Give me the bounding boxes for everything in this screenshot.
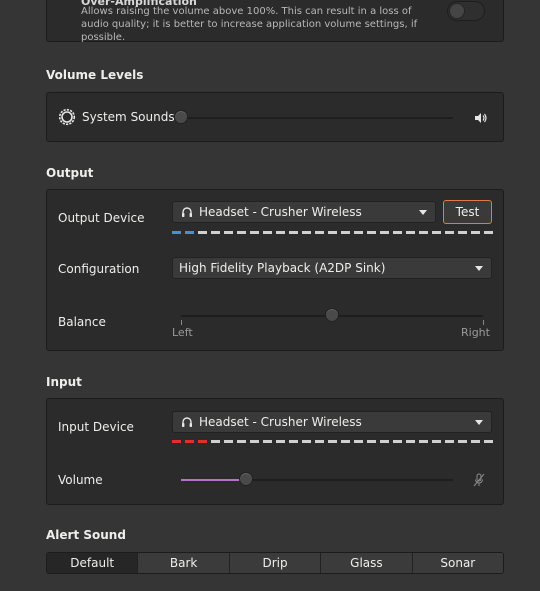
- level-segment: [276, 231, 285, 234]
- alert-sound-tab-bark[interactable]: Bark: [138, 553, 230, 573]
- speaker-icon: [475, 113, 487, 123]
- input-device-combo[interactable]: Headset - Crusher Wireless: [172, 411, 492, 433]
- chevron-down-icon: [475, 420, 483, 425]
- level-segment: [237, 231, 246, 234]
- level-segment: [484, 231, 493, 234]
- level-segment: [484, 440, 493, 443]
- level-segment: [263, 440, 272, 443]
- level-segment: [445, 231, 454, 234]
- level-segment: [432, 231, 441, 234]
- system-sounds-label: System Sounds: [82, 110, 175, 124]
- output-panel: Output Device Headset - Crusher Wireless…: [46, 189, 504, 351]
- alert-sound-tab-glass[interactable]: Glass: [321, 553, 413, 573]
- level-segment: [419, 231, 428, 234]
- gear-icon: [58, 108, 76, 126]
- balance-right-label: Right: [461, 326, 490, 339]
- level-segment: [198, 231, 207, 234]
- level-segment: [380, 231, 389, 234]
- level-segment: [458, 440, 467, 443]
- level-segment: [380, 440, 389, 443]
- level-segment: [315, 231, 324, 234]
- balance-label: Balance: [58, 315, 106, 329]
- overamp-toggle[interactable]: [447, 1, 485, 21]
- configuration-label: Configuration: [58, 262, 140, 276]
- microphone-muted-icon: [473, 473, 485, 487]
- level-segment: [419, 440, 428, 443]
- chevron-down-icon: [475, 266, 483, 271]
- level-segment: [471, 231, 480, 234]
- system-sounds-track: [181, 117, 453, 119]
- level-segment: [198, 440, 207, 443]
- configuration-value: High Fidelity Playback (A2DP Sink): [179, 261, 386, 275]
- level-segment: [185, 440, 194, 443]
- output-level-meter: [172, 231, 493, 234]
- level-segment: [432, 440, 441, 443]
- level-segment: [406, 231, 415, 234]
- configuration-combo[interactable]: High Fidelity Playback (A2DP Sink): [172, 257, 492, 279]
- output-heading: Output: [46, 166, 94, 180]
- input-level-meter: [172, 440, 493, 443]
- volume-levels-panel: System Sounds: [46, 92, 504, 142]
- alert-sound-tab-sonar[interactable]: Sonar: [412, 553, 503, 573]
- alert-sound-tabs: Default Bark Drip Glass Sonar: [46, 552, 504, 574]
- level-segment: [224, 440, 233, 443]
- output-device-label: Output Device: [58, 211, 145, 225]
- level-segment: [341, 440, 350, 443]
- volume-levels-heading: Volume Levels: [46, 68, 144, 82]
- level-segment: [211, 231, 220, 234]
- input-volume-fill: [181, 479, 247, 481]
- input-device-value: Headset - Crusher Wireless: [199, 415, 362, 429]
- level-segment: [354, 231, 363, 234]
- level-segment: [237, 440, 246, 443]
- balance-slider[interactable]: [325, 308, 339, 322]
- level-segment: [250, 440, 259, 443]
- level-segment: [250, 231, 259, 234]
- input-device-label: Input Device: [58, 420, 134, 434]
- chevron-down-icon: [419, 210, 427, 215]
- level-segment: [341, 231, 350, 234]
- output-device-value: Headset - Crusher Wireless: [199, 205, 362, 219]
- level-segment: [172, 231, 181, 234]
- level-segment: [445, 440, 454, 443]
- input-volume-label: Volume: [58, 473, 103, 487]
- level-segment: [211, 440, 220, 443]
- input-panel: Input Device Headset - Crusher Wireless …: [46, 398, 504, 505]
- level-segment: [328, 231, 337, 234]
- overamp-panel: Over-Amplification Allows raising the vo…: [46, 0, 504, 43]
- level-segment: [354, 440, 363, 443]
- level-segment: [393, 231, 402, 234]
- level-segment: [315, 440, 324, 443]
- level-segment: [172, 440, 181, 443]
- overamp-description: Allows raising the volume above 100%. Th…: [81, 6, 418, 43]
- system-sounds-slider[interactable]: [174, 110, 188, 124]
- alert-sound-tab-default[interactable]: Default: [47, 553, 139, 573]
- balance-left-label: Left: [172, 326, 193, 339]
- alert-sound-tab-drip[interactable]: Drip: [229, 553, 322, 573]
- level-segment: [276, 440, 285, 443]
- level-segment: [263, 231, 272, 234]
- level-segment: [393, 440, 402, 443]
- level-segment: [367, 440, 376, 443]
- balance-tick-right: [483, 320, 484, 325]
- level-segment: [289, 231, 298, 234]
- level-segment: [302, 440, 311, 443]
- level-segment: [471, 440, 480, 443]
- level-segment: [302, 231, 311, 234]
- test-button[interactable]: Test: [443, 200, 492, 224]
- input-heading: Input: [46, 375, 82, 389]
- level-segment: [289, 440, 298, 443]
- alert-sound-heading: Alert Sound: [46, 528, 126, 542]
- level-segment: [458, 231, 467, 234]
- level-segment: [367, 231, 376, 234]
- input-volume-slider[interactable]: [239, 472, 254, 486]
- output-device-combo[interactable]: Headset - Crusher Wireless: [172, 201, 436, 223]
- level-segment: [185, 231, 194, 234]
- level-segment: [328, 440, 337, 443]
- toggle-knob: [449, 3, 465, 19]
- level-segment: [406, 440, 415, 443]
- balance-tick-left: [181, 320, 182, 325]
- headset-icon: [182, 417, 192, 427]
- headset-icon: [182, 207, 192, 217]
- level-segment: [224, 231, 233, 234]
